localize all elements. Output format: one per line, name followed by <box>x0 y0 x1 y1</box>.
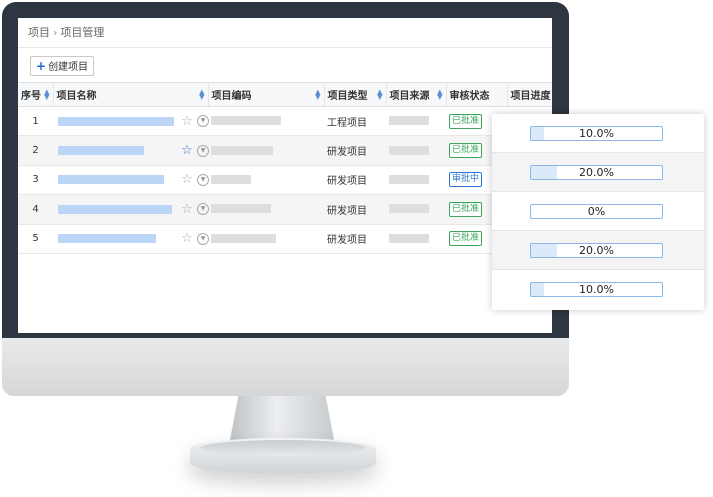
sort-icon[interactable]: ▲ ▼ <box>437 89 442 101</box>
col-code-header[interactable]: 项目编码 ▲ ▼ <box>208 82 325 107</box>
col-source-label: 项目来源 <box>389 91 430 102</box>
project-type: 研发项目 <box>324 224 386 254</box>
project-code-placeholder <box>211 233 276 243</box>
breadcrumb-current: 项目管理 <box>60 26 105 39</box>
project-name-placeholder[interactable] <box>58 175 164 185</box>
progress-label: 20.0% <box>579 166 614 179</box>
project-name-placeholder[interactable] <box>58 234 156 244</box>
row-index: 1 <box>18 106 53 137</box>
breadcrumb: 项目 › 项目管理 <box>18 18 552 48</box>
star-icon[interactable]: ☆ <box>180 202 194 217</box>
progress-bar: 20.0% <box>530 165 663 180</box>
col-type-label: 项目类型 <box>327 91 368 102</box>
toolbar: + 创建项目 <box>18 48 552 82</box>
monitor-stand-base <box>190 438 376 474</box>
progress-row: 10.0% <box>492 270 704 309</box>
monitor-chin <box>2 338 569 396</box>
project-type: 研发项目 <box>324 165 386 196</box>
project-source-placeholder <box>389 233 429 243</box>
status-badge: 已批准 <box>449 231 483 247</box>
breadcrumb-root[interactable]: 项目 <box>28 26 50 39</box>
progress-label: 10.0% <box>579 127 614 140</box>
project-type: 研发项目 <box>324 194 386 225</box>
star-icon[interactable]: ☆ <box>180 231 194 246</box>
chevron-down-icon[interactable]: ▼ <box>197 115 209 128</box>
table-row[interactable]: 1 ☆ ▼ 工程项目 已批准 <box>18 106 552 137</box>
project-source-placeholder <box>389 116 429 126</box>
col-code-label: 项目编码 <box>211 91 252 102</box>
project-code-placeholder <box>211 116 281 126</box>
project-source-placeholder <box>389 174 429 184</box>
sort-icon[interactable]: ▲ ▼ <box>44 89 49 101</box>
progress-popup: 10.0% 20.0% 0% 20.0% 10.0% <box>492 114 704 310</box>
col-source-header[interactable]: 项目来源 ▲ ▼ <box>386 82 447 107</box>
project-source-placeholder <box>389 145 429 155</box>
project-code-placeholder <box>211 204 271 214</box>
progress-row: 0% <box>492 192 704 231</box>
progress-label: 20.0% <box>579 244 614 257</box>
chevron-down-icon[interactable]: ▼ <box>197 203 209 216</box>
chevron-down-icon[interactable]: ▼ <box>197 173 209 186</box>
project-type: 工程项目 <box>324 106 386 137</box>
create-project-button[interactable]: + 创建项目 <box>30 56 95 76</box>
status-badge: 已批准 <box>449 113 483 129</box>
star-filled-icon[interactable]: ☆ <box>180 143 194 158</box>
col-status-label: 审核状态 <box>449 91 490 102</box>
col-name-label: 项目名称 <box>56 91 97 102</box>
chevron-down-icon[interactable]: ▼ <box>197 144 209 157</box>
progress-row: 20.0% <box>492 153 704 192</box>
table-header-row: 序号 ▲ ▼ 项目名称 ▲ ▼ 项目编码 ▲ ▼ 项目类型 ▲ ▼ 项目来源 ▲ ▼ 审核状态 项目… <box>18 82 552 107</box>
col-index-header[interactable]: 序号 ▲ ▼ <box>18 82 54 107</box>
project-table: 序号 ▲ ▼ 项目名称 ▲ ▼ 项目编码 ▲ ▼ 项目类型 ▲ ▼ 项目来源 ▲ ▼ 审核状态 项目… <box>18 82 552 254</box>
project-code-placeholder <box>211 145 273 155</box>
row-index: 4 <box>18 194 53 225</box>
star-icon[interactable]: ☆ <box>180 114 194 129</box>
table-row[interactable]: 2 ☆ ▼ 研发项目 已批准 <box>18 135 552 166</box>
sort-icon[interactable]: ▲ ▼ <box>199 89 204 101</box>
table-row[interactable]: 5 ☆ ▼ 研发项目 已批准 <box>18 224 552 254</box>
project-name-placeholder[interactable] <box>58 204 172 214</box>
chevron-down-icon[interactable]: ▼ <box>197 232 209 245</box>
progress-label: 0% <box>587 205 606 218</box>
monitor-stand-neck <box>230 396 334 440</box>
status-badge: 已批准 <box>449 201 483 217</box>
col-status-header[interactable]: 审核状态 <box>446 82 508 107</box>
row-index: 5 <box>18 224 53 254</box>
status-badge: 已批准 <box>449 143 483 159</box>
progress-row: 10.0% <box>492 114 704 153</box>
project-source-placeholder <box>389 204 429 214</box>
col-progress-header[interactable]: 项目进度 <box>507 82 552 107</box>
col-progress-label: 项目进度 <box>510 91 551 102</box>
monitor-illustration: 项目 › 项目管理 + 创建项目 序号 ▲ ▼ 项目名称 ▲ ▼ 项目编码 ▲ ▼ 项目类型 ▲ ▼ … <box>0 0 713 497</box>
project-type: 研发项目 <box>324 135 386 166</box>
progress-bar: 10.0% <box>530 126 663 141</box>
project-name-placeholder[interactable] <box>58 146 144 156</box>
col-type-header[interactable]: 项目类型 ▲ ▼ <box>324 82 387 107</box>
table-row[interactable]: 3 ☆ ▼ 研发项目 审批中 <box>18 165 552 196</box>
sort-icon[interactable]: ▲ ▼ <box>377 89 382 101</box>
progress-bar: 20.0% <box>530 243 663 258</box>
col-index-label: 序号 <box>21 91 41 102</box>
row-index: 3 <box>18 165 53 196</box>
status-badge: 审批中 <box>449 172 483 188</box>
project-name-placeholder[interactable] <box>58 116 174 126</box>
row-index: 2 <box>18 135 53 166</box>
project-code-placeholder <box>211 174 251 184</box>
app-screen: 项目 › 项目管理 + 创建项目 序号 ▲ ▼ 项目名称 ▲ ▼ 项目编码 ▲ ▼ 项目类型 ▲ ▼ … <box>18 18 552 333</box>
progress-bar: 0% <box>530 204 663 219</box>
breadcrumb-separator-icon: › <box>53 26 58 39</box>
plus-icon: + <box>36 59 47 73</box>
progress-label: 10.0% <box>579 283 614 296</box>
col-name-header[interactable]: 项目名称 ▲ ▼ <box>53 82 209 107</box>
progress-bar: 10.0% <box>530 282 663 297</box>
sort-icon[interactable]: ▲ ▼ <box>315 89 320 101</box>
create-project-label: 创建项目 <box>48 62 89 73</box>
table-row[interactable]: 4 ☆ ▼ 研发项目 已批准 <box>18 194 552 225</box>
star-icon[interactable]: ☆ <box>180 172 194 187</box>
progress-row: 20.0% <box>492 231 704 270</box>
